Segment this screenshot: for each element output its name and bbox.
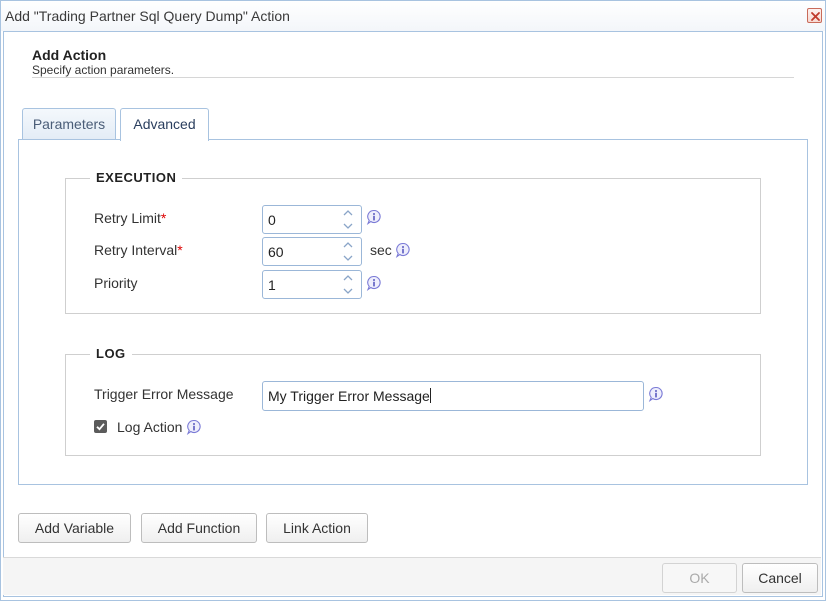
trigger-error-message-input[interactable]: My Trigger Error Message (262, 381, 644, 411)
retry-interval-stepper[interactable] (335, 238, 361, 265)
required-mark: * (160, 210, 167, 226)
cancel-button[interactable]: Cancel (742, 563, 818, 593)
retry-interval-value: 60 (268, 244, 284, 260)
text-cursor (429, 388, 431, 403)
retry-interval-label-text: Retry Interval (94, 242, 178, 258)
link-action-button[interactable]: Link Action (266, 513, 368, 543)
dialog-title: Add "Trading Partner Sql Query Dump" Act… (5, 8, 290, 24)
checkmark-icon (96, 423, 105, 431)
chevron-down-icon[interactable] (343, 288, 353, 294)
close-button[interactable] (807, 8, 822, 23)
retry-interval-label: Retry Interval* (94, 242, 183, 258)
chevron-down-icon[interactable] (343, 255, 353, 261)
chevron-down-icon[interactable] (343, 223, 353, 229)
info-icon[interactable] (366, 275, 382, 291)
priority-spinner[interactable]: 1 (262, 270, 362, 299)
required-mark: * (177, 242, 183, 258)
log-action-label[interactable]: Log Action (117, 419, 182, 435)
info-icon[interactable] (186, 419, 202, 435)
trigger-error-message-value: My Trigger Error Message (268, 388, 430, 404)
header-subtitle: Specify action parameters. (32, 63, 175, 77)
trigger-error-message-label: Trigger Error Message (94, 386, 234, 402)
priority-label: Priority (94, 275, 138, 291)
retry-limit-label: Retry Limit* (94, 210, 166, 226)
retry-limit-stepper[interactable] (335, 206, 361, 233)
add-variable-button[interactable]: Add Variable (18, 513, 131, 543)
priority-value: 1 (268, 277, 276, 293)
log-legend: LOG (90, 346, 132, 361)
ok-button[interactable]: OK (662, 563, 737, 593)
info-icon[interactable] (395, 242, 411, 258)
tab-advanced[interactable]: Advanced (120, 108, 209, 141)
retry-limit-value: 0 (268, 212, 276, 228)
chevron-up-icon[interactable] (343, 275, 353, 281)
add-function-button[interactable]: Add Function (141, 513, 257, 543)
dialog-titlebar[interactable]: Add "Trading Partner Sql Query Dump" Act… (1, 1, 825, 31)
chevron-up-icon[interactable] (343, 210, 353, 216)
close-icon (811, 12, 820, 21)
priority-stepper[interactable] (335, 271, 361, 298)
tab-parameters[interactable]: Parameters (22, 108, 116, 140)
info-icon[interactable] (366, 209, 382, 225)
header-divider (32, 77, 794, 78)
retry-interval-spinner[interactable]: 60 (262, 237, 362, 266)
header-title: Add Action (32, 47, 107, 63)
info-icon[interactable] (648, 386, 664, 402)
retry-limit-spinner[interactable]: 0 (262, 205, 362, 234)
retry-limit-label-text: Retry Limit (94, 210, 161, 226)
log-action-checkbox[interactable] (94, 420, 107, 433)
retry-interval-unit: sec (370, 242, 392, 258)
execution-legend: EXECUTION (90, 170, 183, 185)
chevron-up-icon[interactable] (343, 242, 353, 248)
